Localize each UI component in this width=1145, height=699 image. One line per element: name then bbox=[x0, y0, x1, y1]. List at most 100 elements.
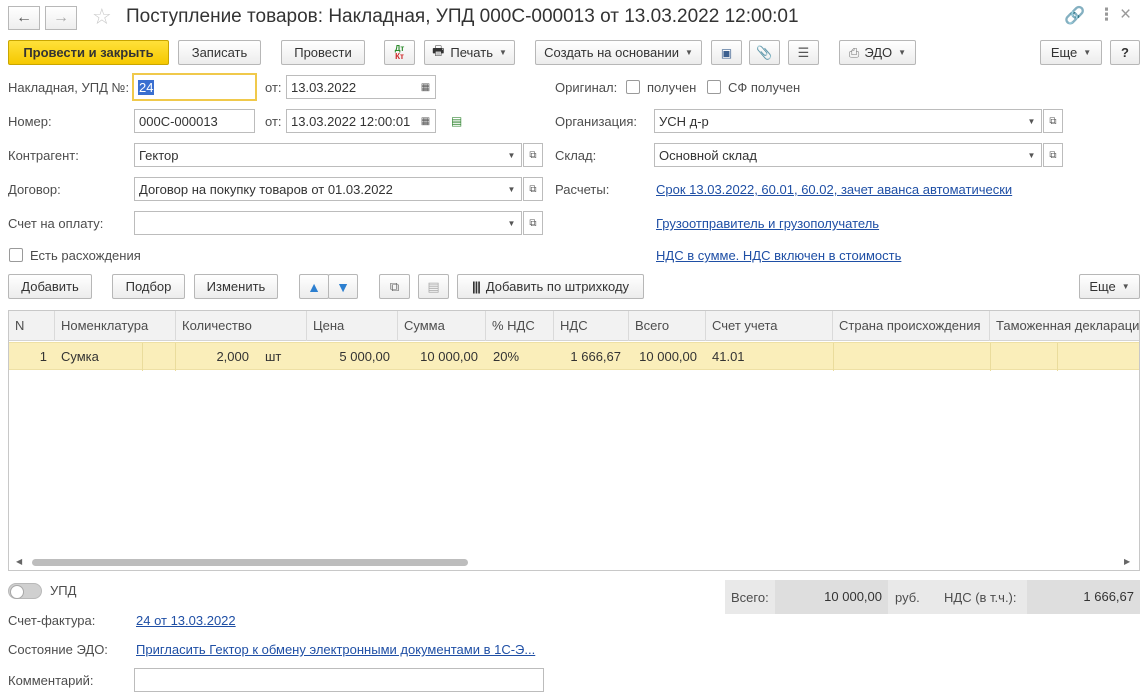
table-row[interactable]: 1 Сумка 2,000 шт 5 000,00 10 000,00 20% … bbox=[9, 342, 1139, 371]
print-button[interactable]: 🖶 Печать ▼ bbox=[424, 40, 515, 65]
cell-vat[interactable]: 1 666,67 bbox=[554, 343, 621, 371]
column-header[interactable]: Номенклатура bbox=[55, 311, 176, 341]
change-button[interactable]: Изменить bbox=[194, 274, 278, 299]
scroll-left-icon[interactable]: ◀ bbox=[16, 557, 22, 566]
cell-unit[interactable]: шт bbox=[265, 343, 305, 371]
open-icon[interactable]: ⧉ bbox=[1043, 143, 1063, 167]
cell-item-extra[interactable] bbox=[142, 343, 176, 371]
counterparty-value: Гектор bbox=[139, 147, 179, 163]
sf-link[interactable]: 24 от 13.03.2022 bbox=[136, 613, 236, 628]
dt-kt-button[interactable]: Дт Кт bbox=[384, 40, 415, 65]
column-header[interactable]: НДС bbox=[554, 311, 629, 341]
chevron-down-icon[interactable]: ▼ bbox=[1022, 143, 1042, 167]
column-header[interactable]: N bbox=[9, 311, 55, 341]
chevron-down-icon[interactable]: ▼ bbox=[502, 211, 522, 235]
received-checkbox[interactable] bbox=[626, 80, 640, 94]
cell-country[interactable] bbox=[833, 343, 990, 371]
cell-account[interactable]: 41.01 bbox=[712, 343, 827, 371]
link-icon[interactable]: 🔗 bbox=[1064, 6, 1085, 26]
chevron-down-icon[interactable]: ▼ bbox=[502, 143, 522, 167]
column-header[interactable]: % НДС bbox=[486, 311, 554, 341]
cell-item[interactable]: Сумка bbox=[61, 343, 141, 371]
edo-status-label: Состояние ЭДО: bbox=[8, 642, 108, 657]
chevron-down-icon: ▼ bbox=[498, 48, 507, 57]
arrow-down-icon: ▼ bbox=[336, 278, 350, 295]
edo-button[interactable]: ⎙ ЭДО ▼ bbox=[839, 40, 916, 65]
column-header[interactable]: Всего bbox=[629, 311, 706, 341]
copy-button[interactable]: ⧉ bbox=[379, 274, 410, 299]
cell-customs[interactable] bbox=[990, 343, 1058, 371]
open-icon[interactable]: ⧉ bbox=[523, 143, 543, 167]
help-button[interactable]: ? bbox=[1110, 40, 1140, 65]
sf-received-checkbox[interactable] bbox=[707, 80, 721, 94]
open-icon[interactable]: ⧉ bbox=[523, 177, 543, 201]
warehouse-input[interactable]: Основной склад bbox=[654, 143, 1023, 167]
back-button[interactable]: ← bbox=[8, 6, 40, 30]
counterparty-input[interactable]: Гектор bbox=[134, 143, 503, 167]
paste-button[interactable]: ▤ bbox=[418, 274, 449, 299]
column-header[interactable]: Сумма bbox=[398, 311, 486, 341]
number-input[interactable]: 000С-000013 bbox=[134, 109, 255, 133]
totals-panel: Всего: 10 000,00 руб. НДС (в т.ч.): 1 66… bbox=[725, 580, 1140, 614]
close-icon[interactable]: × bbox=[1120, 4, 1131, 26]
create-based-button[interactable]: Создать на основании ▼ bbox=[535, 40, 702, 65]
goods-table[interactable]: N Номенклатура Количество Цена Сумма % Н… bbox=[8, 310, 1140, 571]
table-more-button[interactable]: Еще ▼ bbox=[1079, 274, 1140, 299]
report-button[interactable]: ☰ bbox=[788, 40, 819, 65]
add-row-button[interactable]: Добавить bbox=[8, 274, 92, 299]
column-header[interactable]: Счет учета bbox=[706, 311, 833, 341]
scroll-right-icon[interactable]: ▶ bbox=[1124, 557, 1130, 566]
cell-price[interactable]: 5 000,00 bbox=[307, 343, 390, 371]
move-down-button[interactable]: ▼ bbox=[328, 274, 358, 299]
attachment-button[interactable]: 📎 bbox=[749, 40, 780, 65]
write-button[interactable]: Записать bbox=[178, 40, 261, 65]
chevron-down-icon[interactable]: ▼ bbox=[1022, 109, 1042, 133]
chevron-down-icon: ▼ bbox=[1083, 48, 1092, 57]
number-label: Номер: bbox=[8, 114, 52, 129]
favorite-star-icon[interactable]: ☆ bbox=[92, 4, 112, 30]
column-header[interactable]: Таможенная деклараци bbox=[990, 311, 1139, 341]
chevron-down-icon[interactable]: ▼ bbox=[502, 177, 522, 201]
cell-sum[interactable]: 10 000,00 bbox=[398, 343, 478, 371]
column-header[interactable]: Цена bbox=[307, 311, 398, 341]
structure-button[interactable]: ▣ bbox=[711, 40, 742, 65]
discrepancy-checkbox[interactable] bbox=[9, 248, 23, 262]
calendar-icon[interactable]: ▦ bbox=[416, 75, 436, 99]
post-button[interactable]: Провести bbox=[281, 40, 365, 65]
organization-input[interactable]: УСН д-р bbox=[654, 109, 1023, 133]
invoice-number-input[interactable]: 24 bbox=[132, 73, 257, 101]
more-button[interactable]: Еще ▼ bbox=[1040, 40, 1102, 65]
counterparty-label: Контрагент: bbox=[8, 148, 79, 163]
number-date-input[interactable]: 13.03.2022 12:00:01 bbox=[286, 109, 417, 133]
cell-qty[interactable]: 2,000 bbox=[176, 343, 249, 371]
cell-vat-rate[interactable]: 20% bbox=[493, 343, 551, 371]
more-vertical-icon[interactable]: ⋮ bbox=[1098, 5, 1115, 25]
invoice-date-value: 13.03.2022 bbox=[291, 79, 357, 95]
upd-toggle[interactable] bbox=[8, 583, 42, 599]
shipper-consignee-link[interactable]: Грузоотправитель и грузополучатель bbox=[656, 216, 879, 231]
cell-total[interactable]: 10 000,00 bbox=[629, 343, 697, 371]
print-label: Печать bbox=[450, 45, 493, 60]
move-up-button[interactable]: ▲ bbox=[299, 274, 329, 299]
calendar-icon[interactable]: ▦ bbox=[416, 109, 436, 133]
column-header[interactable]: Количество bbox=[176, 311, 307, 341]
invoice-date-input[interactable]: 13.03.2022 bbox=[286, 75, 417, 99]
settlements-link[interactable]: Срок 13.03.2022, 60.01, 60.02, зачет ава… bbox=[656, 182, 1012, 197]
pick-button[interactable]: Подбор bbox=[112, 274, 185, 299]
cell-n[interactable]: 1 bbox=[9, 343, 47, 371]
add-by-barcode-button[interactable]: ||| Добавить по штрихкоду bbox=[457, 274, 644, 299]
comment-input[interactable] bbox=[134, 668, 544, 692]
open-icon[interactable]: ⧉ bbox=[523, 211, 543, 235]
edo-status-link[interactable]: Пригласить Гектор к обмену электронными … bbox=[136, 642, 535, 657]
invoice-number-value: 24 bbox=[138, 79, 155, 95]
vat-mode-link[interactable]: НДС в сумме. НДС включен в стоимость bbox=[656, 248, 901, 263]
numbering-icon[interactable]: ▤ bbox=[451, 114, 462, 128]
forward-button[interactable]: → bbox=[45, 6, 77, 30]
column-header[interactable]: Страна происхождения bbox=[833, 311, 990, 341]
open-icon[interactable]: ⧉ bbox=[1043, 109, 1063, 133]
payment-invoice-input[interactable] bbox=[134, 211, 503, 235]
post-and-close-button[interactable]: Провести и закрыть bbox=[8, 40, 169, 65]
number-date-from-label: от: bbox=[265, 114, 282, 129]
contract-input[interactable]: Договор на покупку товаров от 01.03.2022 bbox=[134, 177, 503, 201]
horizontal-scrollbar[interactable] bbox=[32, 559, 468, 566]
